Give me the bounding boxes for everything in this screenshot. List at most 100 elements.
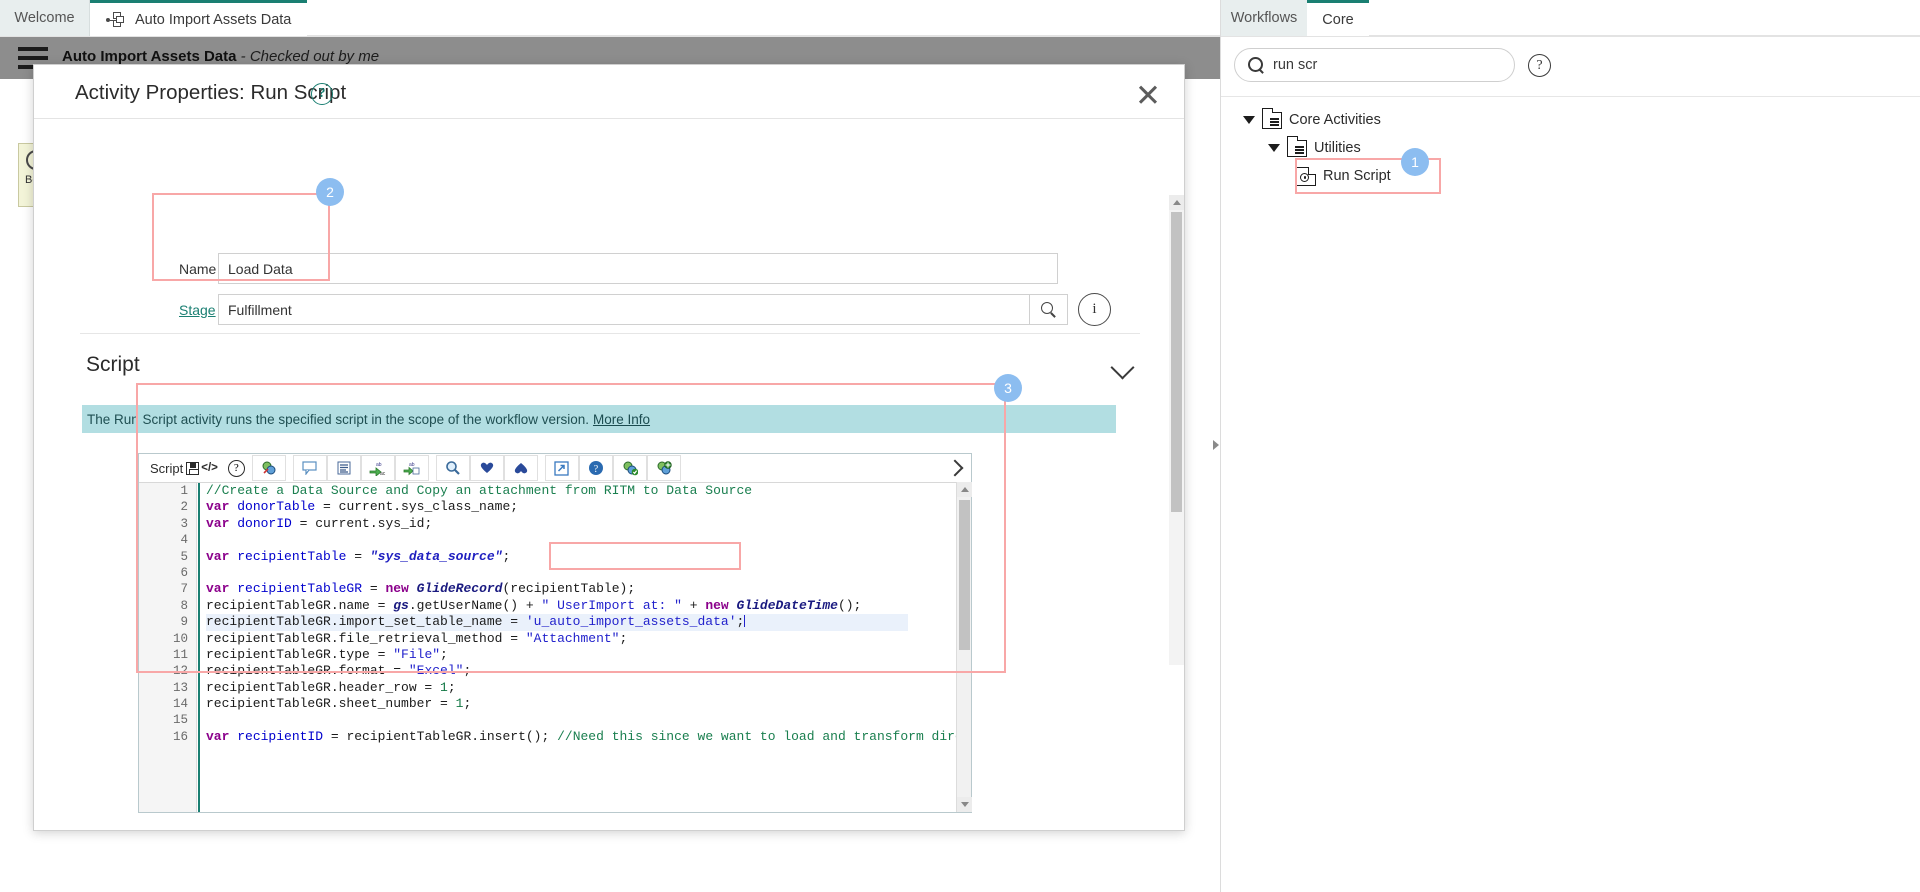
- indent-icon[interactable]: [326, 455, 361, 481]
- find-icon[interactable]: [435, 455, 470, 481]
- find-next-icon[interactable]: [469, 455, 504, 481]
- code-line[interactable]: var donorID = current.sys_id;: [206, 516, 908, 532]
- question-mark-icon[interactable]: ?: [311, 83, 333, 105]
- scroll-up-icon[interactable]: [957, 482, 972, 497]
- code-line[interactable]: [206, 712, 908, 728]
- chevron-right-icon[interactable]: [944, 457, 966, 479]
- script-icon: [1295, 166, 1316, 186]
- workflow-icon: [106, 11, 126, 28]
- dialog-scroll-thumb[interactable]: [1171, 212, 1182, 512]
- palette-tab-strip: Workflows Core: [1221, 0, 1920, 37]
- question-mark-icon[interactable]: ?: [227, 459, 245, 477]
- tab-welcome[interactable]: Welcome: [0, 0, 90, 36]
- tab-auto-import-assets-data[interactable]: Auto Import Assets Data: [90, 0, 308, 36]
- info-icon[interactable]: i: [1078, 293, 1111, 326]
- search-input[interactable]: run scr: [1234, 48, 1515, 82]
- code-line[interactable]: recipientTableGR.format = "Excel";: [206, 663, 908, 679]
- info-banner-text: The Run Script activity runs the specifi…: [87, 411, 589, 427]
- code-content[interactable]: //Create a Data Source and Copy an attac…: [198, 483, 971, 812]
- save-icon[interactable]: [186, 461, 200, 475]
- code-line[interactable]: recipientTableGR.header_row = 1;: [206, 680, 908, 696]
- tab-workflow-label: Auto Import Assets Data: [135, 11, 292, 28]
- scroll-down-icon[interactable]: [957, 797, 972, 812]
- svg-text:?: ?: [594, 464, 599, 475]
- properties-form: Name Load Data Stage Fulfillment i: [34, 119, 1184, 326]
- caret-down-icon[interactable]: [1268, 144, 1280, 152]
- svg-text:ab: ab: [409, 462, 415, 468]
- annotation-badge-1-label: 1: [1411, 154, 1419, 170]
- screen-root: Welcome Auto Import Assets Data Auto Imp…: [0, 0, 1920, 892]
- dialog-scroll-up-icon[interactable]: [1169, 195, 1184, 210]
- code-vertical-scrollbar[interactable]: [956, 482, 972, 812]
- code-line[interactable]: recipientTableGR.sheet_number = 1;: [206, 696, 908, 712]
- replace-all-icon[interactable]: ab: [394, 455, 429, 481]
- tree-item-utilities[interactable]: Utilities: [1268, 135, 1361, 160]
- chevron-down-icon[interactable]: [1114, 359, 1136, 372]
- syntax-check-icon[interactable]: [612, 455, 647, 481]
- dialog-body: Name Load Data Stage Fulfillment i Scrip…: [34, 119, 1184, 831]
- dialog-scrollbar[interactable]: [1169, 195, 1184, 665]
- comment-icon[interactable]: [292, 455, 327, 481]
- find-previous-icon[interactable]: [503, 455, 538, 481]
- magnifier-icon[interactable]: [1030, 294, 1068, 325]
- line-number: 2: [180, 500, 188, 515]
- code-line[interactable]: recipientTableGR.file_retrieval_method =…: [206, 631, 908, 647]
- search-input-value: run scr: [1273, 57, 1318, 73]
- stage-input[interactable]: Fulfillment: [218, 294, 1030, 325]
- debug-icon[interactable]: [646, 455, 681, 481]
- question-mark-icon[interactable]: ?: [1528, 54, 1551, 77]
- tab-workflows[interactable]: Workflows: [1221, 0, 1307, 36]
- annotation-badge-2-label: 2: [326, 184, 334, 200]
- stage-label-link[interactable]: Stage: [152, 302, 218, 318]
- code-line[interactable]: var recipientID = recipientTableGR.inser…: [206, 729, 971, 745]
- tab-welcome-label: Welcome: [14, 10, 75, 26]
- annotation-badge-1: 1: [1401, 148, 1429, 176]
- name-label: Name: [179, 260, 217, 277]
- line-number: 13: [172, 680, 188, 695]
- code-tag-icon[interactable]: </>: [201, 462, 218, 474]
- script-editor[interactable]: Script </> ? ab ac ab ? 1 2 3 4 5 6 7 8 …: [138, 453, 972, 813]
- dialog-title: Activity Properties: Run Script: [75, 81, 347, 104]
- app-header-title: Auto Import Assets Data - Checked out by…: [62, 48, 379, 65]
- svg-text:ac: ac: [380, 471, 386, 476]
- close-icon[interactable]: ✕: [1128, 75, 1168, 115]
- line-number: 3: [180, 516, 188, 531]
- code-line[interactable]: [206, 565, 908, 581]
- annotation-badge-3: 3: [994, 374, 1022, 402]
- tree-item-utilities-label: Utilities: [1314, 140, 1361, 156]
- name-input-value: Load Data: [228, 260, 293, 277]
- open-in-new-window-icon[interactable]: [544, 455, 579, 481]
- code-line[interactable]: var donorTable = current.sys_class_name;: [206, 499, 908, 515]
- code-scroll-thumb[interactable]: [959, 500, 970, 650]
- code-line[interactable]: recipientTableGR.import_set_table_name =…: [206, 614, 908, 631]
- line-number: 11: [172, 647, 188, 662]
- line-number: 6: [180, 565, 188, 580]
- code-line[interactable]: [206, 532, 908, 548]
- stage-input-value: Fulfillment: [228, 301, 292, 318]
- more-info-link[interactable]: More Info: [593, 412, 650, 427]
- folder-icon: [1287, 135, 1307, 157]
- code-line[interactable]: var recipientTableGR = new GlideRecord(r…: [206, 581, 908, 597]
- code-area[interactable]: 1 2 3 4 5 6 7 8 9 10 11 12 13 14 15 16 //Create a Data …: [139, 482, 971, 812]
- text-caret: [744, 615, 746, 628]
- line-number: 5: [180, 549, 188, 564]
- code-line[interactable]: recipientTableGR.name = gs.getUserName()…: [206, 598, 908, 614]
- line-number: 16: [172, 729, 188, 744]
- name-input[interactable]: Load Data: [218, 253, 1058, 284]
- tree-item-run-script[interactable]: Run Script: [1295, 164, 1391, 188]
- form-row-name: Name Load Data: [152, 253, 1058, 284]
- caret-down-icon[interactable]: [1243, 116, 1255, 124]
- code-line[interactable]: recipientTableGR.type = "File";: [206, 647, 908, 663]
- replace-icon[interactable]: ab ac: [360, 455, 395, 481]
- tab-core[interactable]: Core: [1307, 0, 1369, 36]
- format-code-icon[interactable]: [251, 455, 286, 481]
- editor-label-text: Script: [150, 460, 184, 476]
- code-line[interactable]: var recipientTable = "sys_data_source";: [206, 549, 908, 565]
- code-line[interactable]: //Create a Data Source and Copy an attac…: [206, 483, 908, 499]
- tree-item-core-activities[interactable]: Core Activities: [1243, 107, 1381, 132]
- palette-search-row: run scr ?: [1221, 48, 1920, 88]
- tree-item-run-script-label: Run Script: [1323, 168, 1391, 184]
- app-header-subtitle: - Checked out by me: [240, 48, 380, 65]
- activity-properties-dialog: Activity Properties: Run Script ? ✕ Name…: [33, 64, 1185, 831]
- help-bubble-icon[interactable]: ?: [578, 455, 613, 481]
